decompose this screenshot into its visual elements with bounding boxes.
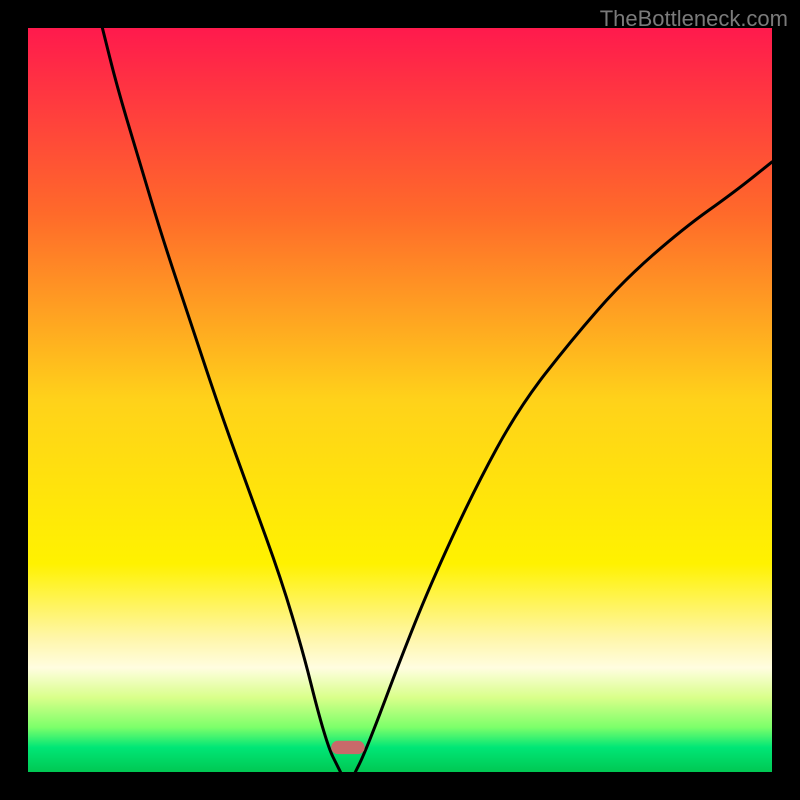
chart-svg [28, 28, 772, 772]
attribution-text: TheBottleneck.com [600, 6, 788, 32]
chart-plot-area [28, 28, 772, 772]
bottleneck-marker [331, 741, 364, 754]
